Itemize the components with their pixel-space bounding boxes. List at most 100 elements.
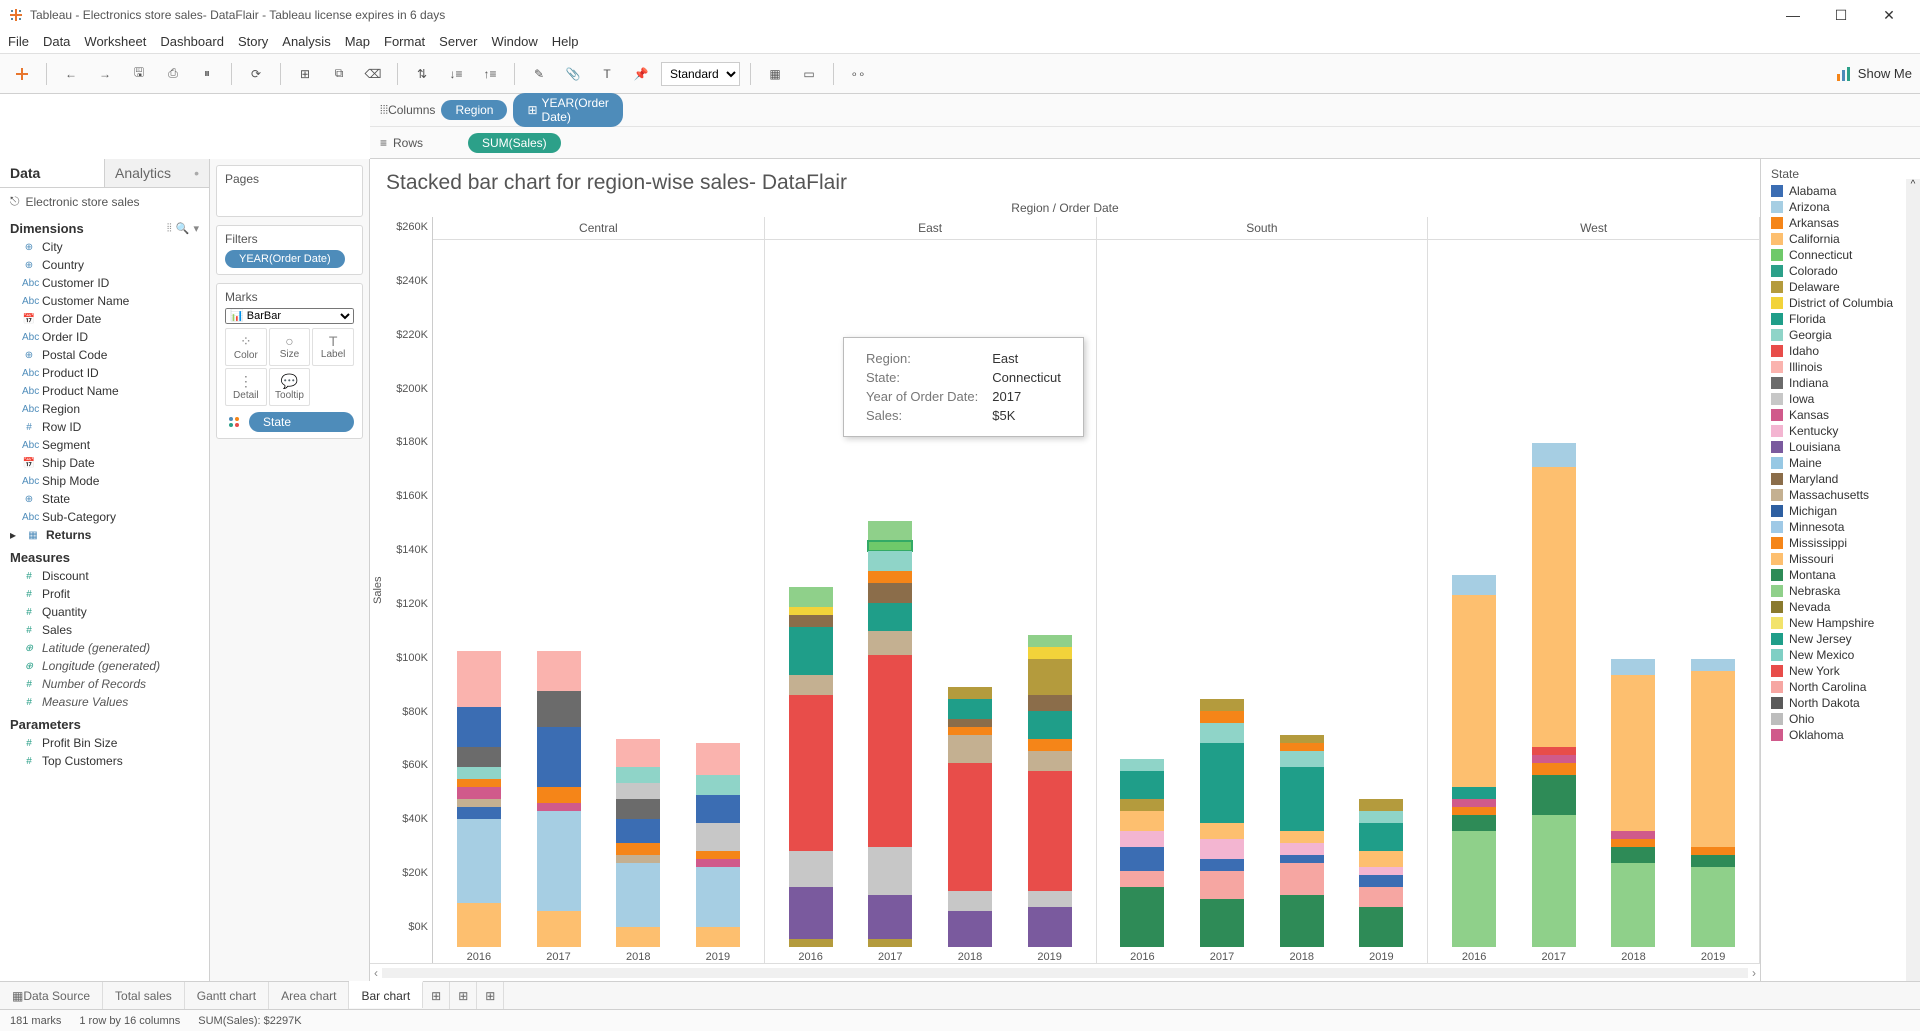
field-sub-category[interactable]: AbcSub-Category	[0, 508, 209, 526]
legend-maryland[interactable]: Maryland	[1765, 471, 1916, 487]
viz-title[interactable]: Stacked bar chart for region-wise sales-…	[370, 159, 1760, 199]
menu-worksheet[interactable]: Worksheet	[84, 34, 146, 49]
field-product-id[interactable]: AbcProduct ID	[0, 364, 209, 382]
tab-analytics[interactable]: Analytics •	[104, 159, 209, 187]
bar-south-2019[interactable]: 2019	[1359, 799, 1403, 963]
bar-central-2016[interactable]: 2016	[457, 651, 501, 963]
bar-east-2016[interactable]: 2016	[789, 587, 833, 963]
menu-map[interactable]: Map	[345, 34, 370, 49]
field-latitude-generated-[interactable]: ⊕Latitude (generated)	[0, 639, 209, 657]
legend-minnesota[interactable]: Minnesota	[1765, 519, 1916, 535]
marks-state-pill[interactable]: State	[249, 412, 354, 432]
minimize-button[interactable]: ―	[1778, 7, 1808, 24]
maximize-button[interactable]: ☐	[1826, 7, 1856, 24]
field-order-date[interactable]: 📅Order Date	[0, 310, 209, 328]
legend-california[interactable]: California	[1765, 231, 1916, 247]
field-measure-values[interactable]: #Measure Values	[0, 693, 209, 711]
legend-alabama[interactable]: Alabama	[1765, 183, 1916, 199]
bar-central-2019[interactable]: 2019	[696, 743, 740, 963]
legend-new-hampshire[interactable]: New Hampshire	[1765, 615, 1916, 631]
field-state[interactable]: ⊕State	[0, 490, 209, 508]
legend-florida[interactable]: Florida	[1765, 311, 1916, 327]
legend-mississippi[interactable]: Mississippi	[1765, 535, 1916, 551]
menu-icon[interactable]: ▾	[193, 222, 199, 235]
legend-indiana[interactable]: Indiana	[1765, 375, 1916, 391]
returns-table[interactable]: ▸▦Returns	[0, 526, 209, 544]
legend-idaho[interactable]: Idaho	[1765, 343, 1916, 359]
mark-detail[interactable]: ⋮Detail	[225, 368, 267, 406]
legend-georgia[interactable]: Georgia	[1765, 327, 1916, 343]
bar-west-2018[interactable]: 2018	[1611, 659, 1655, 963]
legend-nevada[interactable]: Nevada	[1765, 599, 1916, 615]
legend-new-york[interactable]: New York	[1765, 663, 1916, 679]
field-customer-name[interactable]: AbcCustomer Name	[0, 292, 209, 310]
view-toggle-icon[interactable]: ⦙⦙	[167, 222, 172, 235]
legend-montana[interactable]: Montana	[1765, 567, 1916, 583]
bar-east-2017[interactable]: 2017	[868, 521, 912, 963]
save-button[interactable]: 🖫	[125, 60, 153, 88]
view-cards-button[interactable]: ▦	[761, 60, 789, 88]
sheet-tab-gantt-chart[interactable]: Gantt chart	[185, 982, 269, 1009]
pin-button[interactable]: 📌	[627, 60, 655, 88]
pill-year-orderdate[interactable]: ⊞YEAR(Order Date)	[513, 93, 622, 127]
legend-massachusetts[interactable]: Massachusetts	[1765, 487, 1916, 503]
sheet-tab-bar-chart[interactable]: Bar chart	[349, 981, 423, 1008]
field-region[interactable]: AbcRegion	[0, 400, 209, 418]
legend-missouri[interactable]: Missouri	[1765, 551, 1916, 567]
mark-color[interactable]: ⁘Color	[225, 328, 267, 366]
sort-asc-button[interactable]: ↓≡	[442, 60, 470, 88]
field-customer-id[interactable]: AbcCustomer ID	[0, 274, 209, 292]
field-profit[interactable]: #Profit	[0, 585, 209, 603]
swap-button[interactable]: ⇅	[408, 60, 436, 88]
field-ship-date[interactable]: 📅Ship Date	[0, 454, 209, 472]
horizontal-scrollbar[interactable]: ‹ ›	[370, 963, 1760, 981]
marks-card[interactable]: Marks 📊 BarBar ⁘Color○SizeTLabel⋮Detail💬…	[216, 283, 363, 439]
field-row-id[interactable]: #Row ID	[0, 418, 209, 436]
legend-connecticut[interactable]: Connecticut	[1765, 247, 1916, 263]
menu-story[interactable]: Story	[238, 34, 268, 49]
legend-delaware[interactable]: Delaware	[1765, 279, 1916, 295]
close-button[interactable]: ✕	[1874, 7, 1904, 24]
chart-plot[interactable]: Region:East State:Connecticut Year of Or…	[432, 217, 1760, 963]
fit-dropdown[interactable]: Standard	[661, 62, 740, 86]
redo-button[interactable]: →	[91, 60, 119, 88]
field-top-customers[interactable]: #Top Customers	[0, 752, 209, 770]
group-button[interactable]: 📎	[559, 60, 587, 88]
filters-card[interactable]: Filters YEAR(Order Date)	[216, 225, 363, 275]
refresh-button[interactable]: ⟳	[242, 60, 270, 88]
bar-west-2019[interactable]: 2019	[1691, 659, 1735, 963]
bar-south-2018[interactable]: 2018	[1280, 735, 1324, 963]
legend-scrollbar[interactable]: ^	[1906, 179, 1920, 981]
rows-shelf[interactable]: ≡Rows SUM(Sales)	[370, 126, 1920, 158]
bar-west-2017[interactable]: 2017	[1532, 443, 1576, 963]
field-sales[interactable]: #Sales	[0, 621, 209, 639]
menu-server[interactable]: Server	[439, 34, 477, 49]
legend-kansas[interactable]: Kansas	[1765, 407, 1916, 423]
clear-button[interactable]: ⌫	[359, 60, 387, 88]
show-me-button[interactable]: Show Me	[1836, 66, 1912, 82]
legend-louisiana[interactable]: Louisiana	[1765, 439, 1916, 455]
field-longitude-generated-[interactable]: ⊕Longitude (generated)	[0, 657, 209, 675]
bar-south-2016[interactable]: 2016	[1120, 759, 1164, 963]
legend-arizona[interactable]: Arizona	[1765, 199, 1916, 215]
mark-label[interactable]: TLabel	[312, 328, 354, 366]
legend-kentucky[interactable]: Kentucky	[1765, 423, 1916, 439]
legend-new-jersey[interactable]: New Jersey	[1765, 631, 1916, 647]
legend-maine[interactable]: Maine	[1765, 455, 1916, 471]
field-discount[interactable]: #Discount	[0, 567, 209, 585]
legend-michigan[interactable]: Michigan	[1765, 503, 1916, 519]
field-postal-code[interactable]: ⊕Postal Code	[0, 346, 209, 364]
menu-dashboard[interactable]: Dashboard	[160, 34, 224, 49]
columns-shelf[interactable]: ⦙⦙⦙Columns Region ⊞YEAR(Order Date)	[370, 94, 1920, 126]
bar-west-2016[interactable]: 2016	[1452, 575, 1496, 963]
undo-button[interactable]: ←	[57, 60, 85, 88]
legend-north-carolina[interactable]: North Carolina	[1765, 679, 1916, 695]
datasource-tab[interactable]: ▦ Data Source	[0, 982, 103, 1009]
duplicate-button[interactable]: ⧉	[325, 60, 353, 88]
sheet-tab-total-sales[interactable]: Total sales	[103, 982, 185, 1009]
datasource-link[interactable]: ⎋ Electronic store sales	[0, 188, 209, 215]
pill-sum-sales[interactable]: SUM(Sales)	[468, 133, 561, 153]
pill-region[interactable]: Region	[441, 100, 507, 120]
pause-updates-button[interactable]: ⏸	[193, 60, 221, 88]
bar-central-2018[interactable]: 2018	[616, 739, 660, 963]
